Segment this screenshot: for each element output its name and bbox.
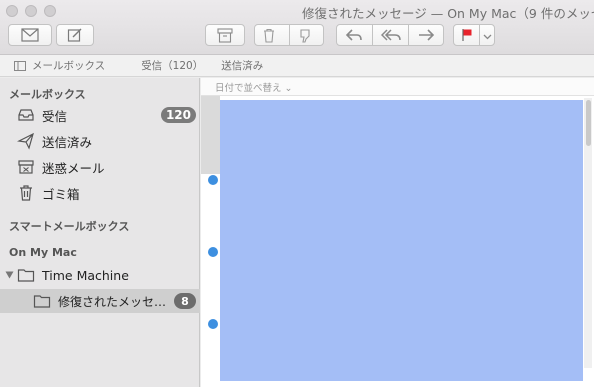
paper-plane-icon	[17, 132, 34, 150]
sidebar-item-label: 迷惑メール	[42, 160, 105, 176]
sidebar-item-label: Time Machine	[42, 267, 129, 283]
sidebar-item-sent[interactable]: 送信済み	[0, 129, 200, 153]
archive-icon	[217, 27, 233, 43]
disclosure-triangle-icon[interactable]	[5, 271, 14, 279]
junk-box-icon	[18, 160, 34, 174]
segment-divider	[289, 25, 290, 45]
selected-messages[interactable]	[220, 100, 583, 381]
close-window-button[interactable]	[6, 5, 18, 17]
sort-by-date-menu[interactable]: 日付で並べ替え ⌄	[201, 78, 594, 96]
message-list: 日付で並べ替え ⌄	[201, 78, 594, 387]
folder-icon	[17, 269, 35, 282]
sidebar-item-label: 送信済み	[42, 134, 93, 150]
sidebar-item-label: 修復されたメッセ…	[58, 294, 167, 309]
favorites-sent[interactable]: 送信済み	[221, 58, 263, 73]
folder-icon	[33, 295, 51, 308]
flag-icon	[462, 29, 472, 41]
segment-divider	[479, 25, 480, 45]
compose-button[interactable]	[56, 24, 94, 46]
favorites-inbox[interactable]: 受信（120）	[141, 58, 203, 73]
forward-button[interactable]	[417, 28, 435, 45]
unread-badge: 8	[174, 293, 196, 309]
unread-dot	[208, 175, 218, 185]
section-header-mailboxes: メールボックス	[9, 88, 86, 101]
favorites-mailboxes[interactable]: メールボックス	[14, 58, 123, 73]
archive-button[interactable]	[205, 24, 245, 46]
unread-badge: 120	[160, 107, 196, 123]
get-mail-button[interactable]	[8, 24, 52, 46]
sidebar-item-junk[interactable]: 迷惑メール	[0, 155, 200, 179]
trash-icon	[20, 185, 32, 201]
delete-button[interactable]	[262, 28, 276, 46]
trash-icon	[264, 28, 274, 43]
unread-dot	[208, 247, 218, 257]
gutter-highlight	[201, 96, 220, 174]
zoom-window-button[interactable]	[44, 5, 56, 17]
reply-all-icon	[380, 29, 401, 41]
junk-icon	[300, 29, 310, 43]
section-header-smart-mailboxes: スマートメールボックス	[9, 220, 130, 233]
favorites-bar: メールボックス 受信（120） 送信済み	[0, 55, 594, 77]
sidebar: メールボックス 受信 120 送信済み 迷惑メール ゴミ箱 スマートメールボック…	[0, 78, 200, 387]
sidebar-item-label: 受信	[42, 108, 68, 124]
segment-divider	[408, 25, 409, 45]
reply-button[interactable]	[345, 28, 363, 45]
minimize-window-button[interactable]	[25, 5, 37, 17]
section-header-on-my-mac: On My Mac	[9, 246, 77, 259]
inbox-icon	[18, 109, 34, 121]
reply-icon	[345, 29, 362, 41]
sidebar-item-trash[interactable]: ゴミ箱	[0, 181, 200, 205]
sidebar-item-time-machine[interactable]: Time Machine	[0, 263, 200, 287]
compose-icon	[67, 28, 82, 42]
favorites-mailboxes-label: メールボックス	[32, 60, 106, 72]
sidebar-item-recovered-messages[interactable]: 修復されたメッセ… 8	[0, 289, 200, 313]
junk-button[interactable]	[298, 28, 314, 46]
flag-button[interactable]	[461, 28, 473, 45]
flag-dropdown[interactable]	[483, 30, 492, 44]
segment-divider	[372, 25, 373, 45]
forward-icon	[419, 29, 435, 41]
envelope-icon	[21, 28, 39, 42]
chevron-down-icon	[483, 34, 492, 40]
title-toolbar: 修復されたメッセージ — On My Mac（9 件のメッセ	[0, 0, 594, 55]
sidebar-toggle-icon	[14, 60, 26, 71]
window-title: 修復されたメッセージ — On My Mac（9 件のメッセ	[302, 6, 594, 21]
scrollbar-thumb[interactable]	[586, 100, 591, 146]
sidebar-item-inbox[interactable]: 受信 120	[0, 103, 200, 127]
reply-all-button[interactable]	[380, 28, 402, 45]
unread-dot	[208, 319, 218, 329]
sidebar-item-label: ゴミ箱	[42, 186, 80, 202]
